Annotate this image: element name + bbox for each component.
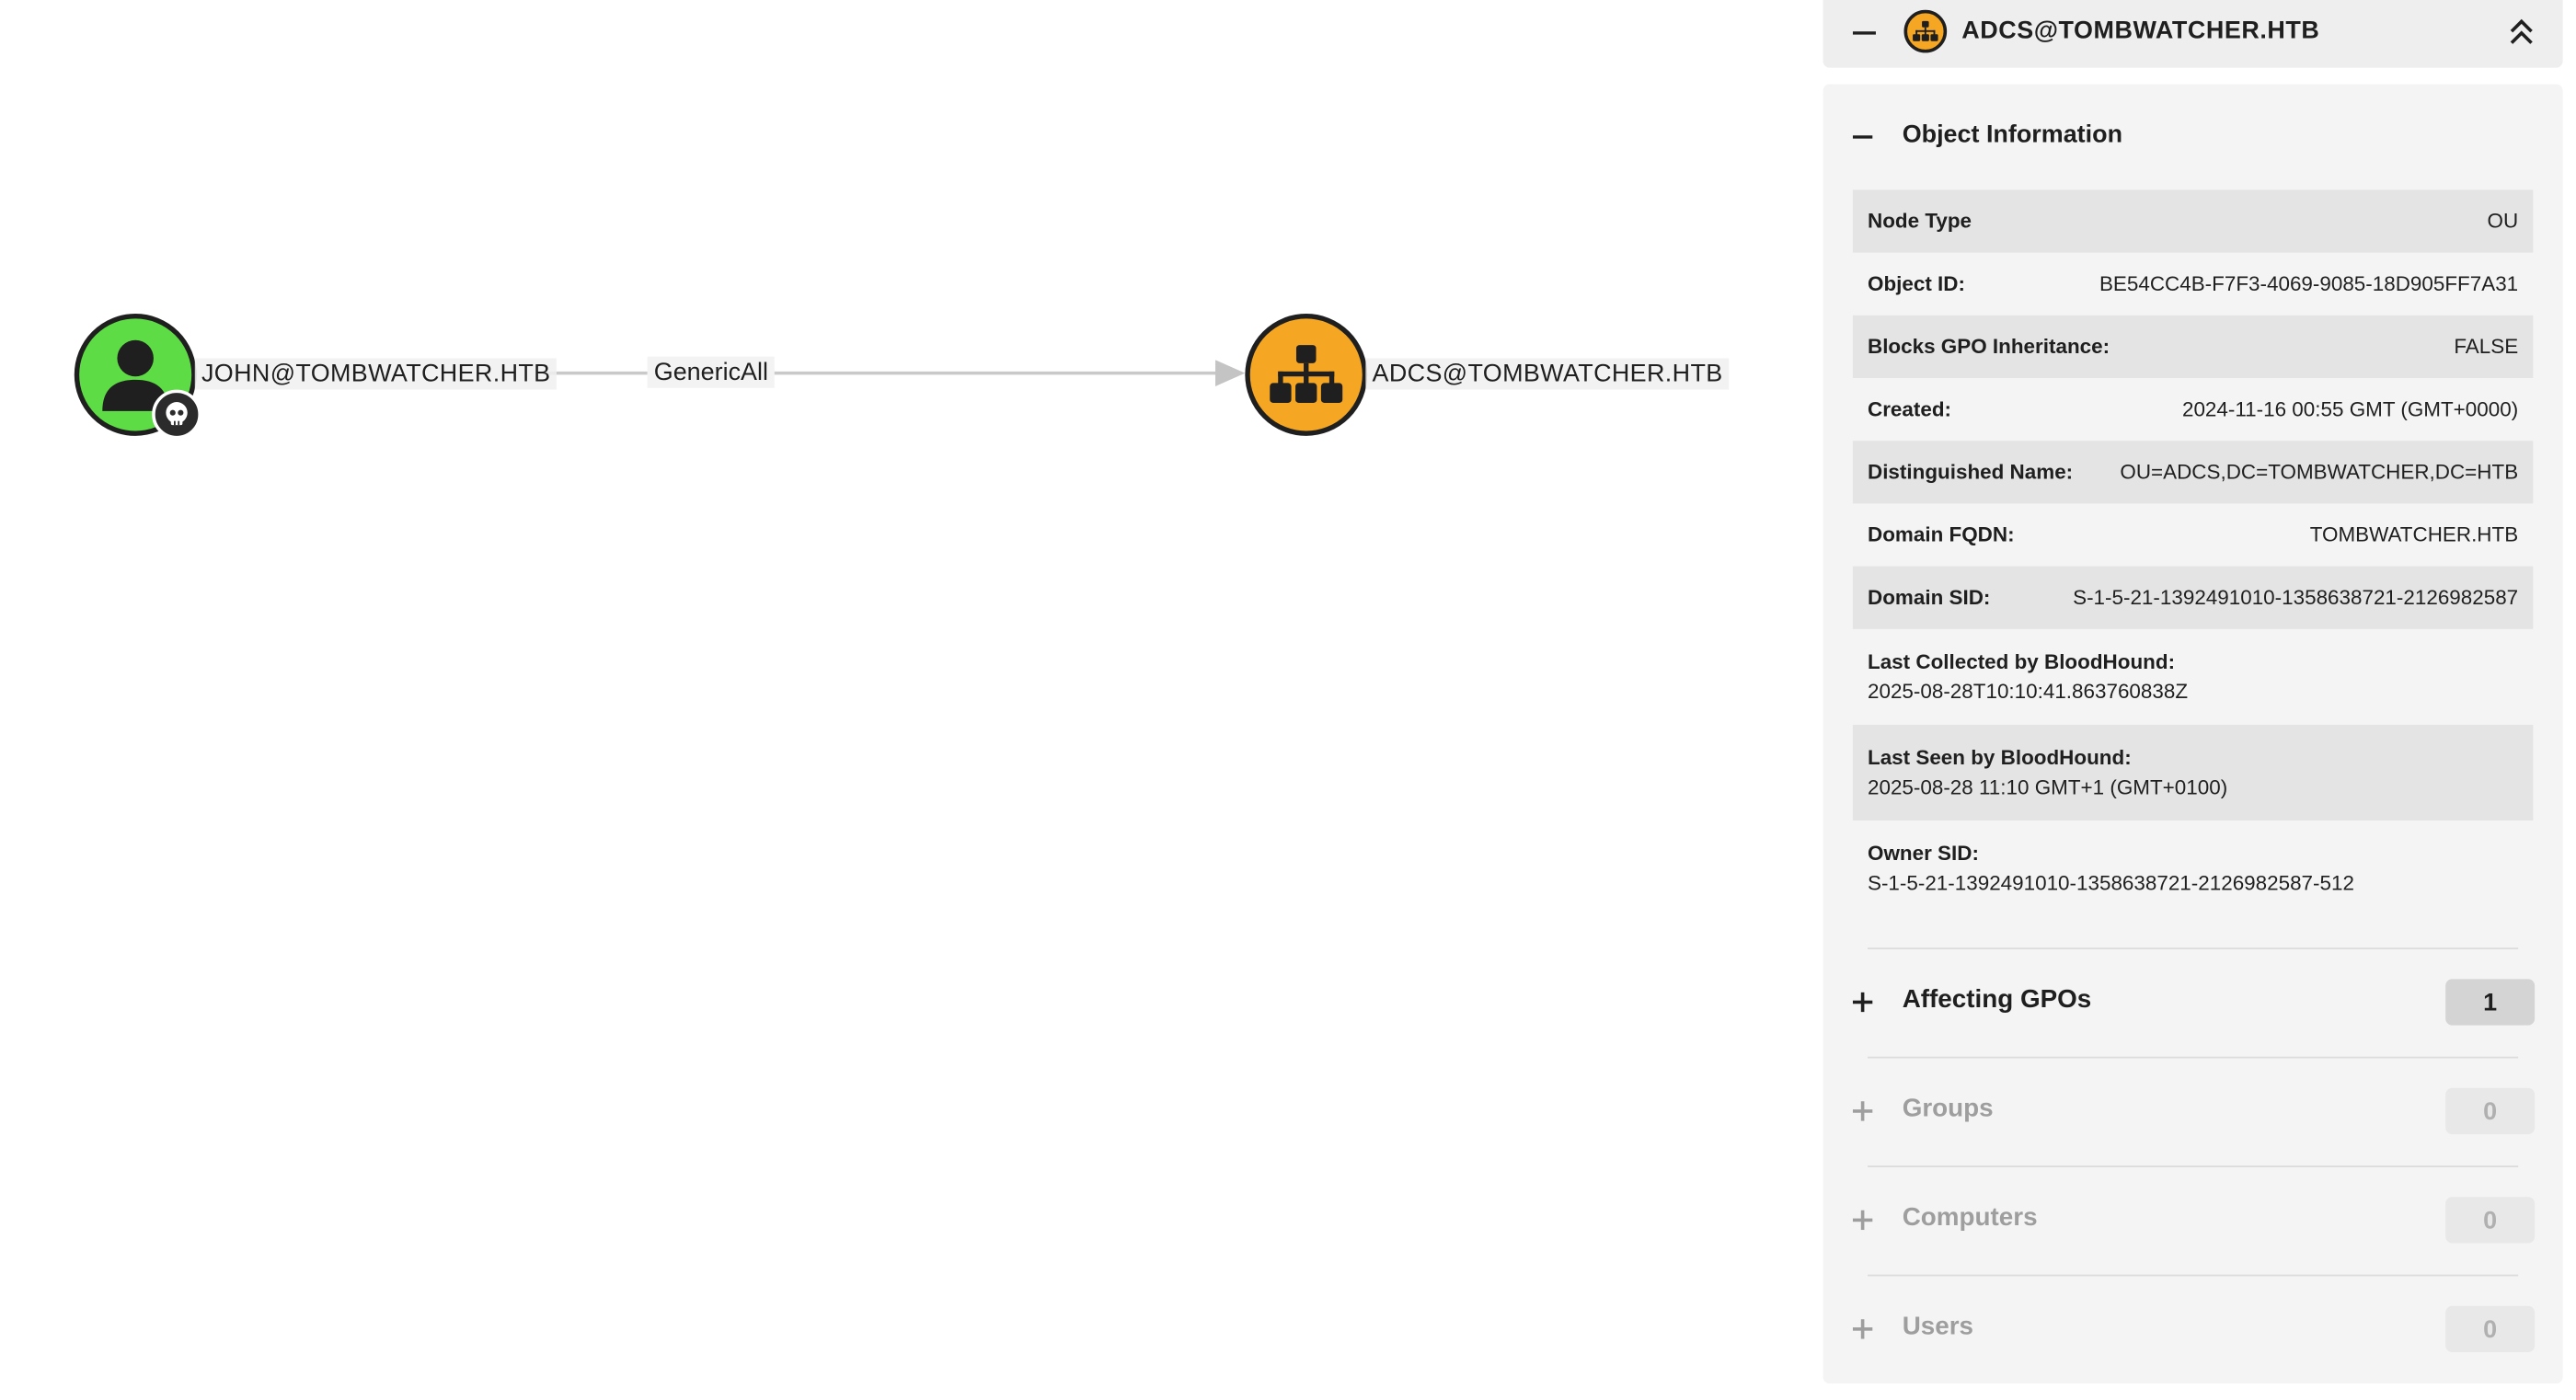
info-key: Object ID:	[1867, 272, 1965, 296]
info-key: Domain FQDN:	[1867, 522, 2015, 547]
info-value: S-1-5-21-1392491010-1358638721-212698258…	[1867, 871, 2354, 895]
node-label-user[interactable]: JOHN@TOMBWATCHER.HTB	[194, 358, 558, 390]
section-groups[interactable]: Groups 0	[1823, 1072, 2563, 1151]
info-key: Last Collected by BloodHound:	[1867, 650, 2176, 674]
object-information-title: Object Information	[1902, 120, 2123, 149]
plus-icon[interactable]	[1852, 1095, 1876, 1128]
info-value: 2025-08-28 11:10 GMT+1 (GMT+0100)	[1867, 775, 2228, 799]
section-computers[interactable]: Computers 0	[1823, 1180, 2563, 1259]
panel-title: ADCS@TOMBWATCHER.HTB	[1961, 16, 2320, 45]
info-row-object-id: Object ID: BE54CC4B-F7F3-4069-9085-18D90…	[1853, 253, 2533, 316]
section-affecting-gpos[interactable]: Affecting GPOs 1	[1823, 962, 2563, 1041]
count-badge: 0	[2445, 1197, 2536, 1244]
node-label-ou[interactable]: ADCS@TOMBWATCHER.HTB	[1365, 358, 1730, 390]
info-key: Node Type	[1867, 209, 1972, 234]
divider	[1867, 1165, 2519, 1167]
info-row-created: Created: 2024-11-16 00:55 GMT (GMT+0000)	[1853, 378, 2533, 441]
info-key: Blocks GPO Inheritance:	[1867, 335, 2110, 359]
info-value: BE54CC4B-F7F3-4069-9085-18D905FF7A31	[2099, 272, 2519, 296]
info-row-distinguished-name: Distinguished Name: OU=ADCS,DC=TOMBWATCH…	[1852, 441, 2534, 504]
divider	[1867, 1274, 2519, 1277]
info-row-owner-sid: Owner SID: S-1-5-21-1392491010-135863872…	[1853, 820, 2533, 916]
info-key: Distinguished Name:	[1867, 460, 2074, 484]
info-key: Owner SID:	[1867, 842, 1979, 866]
section-label: Affecting GPOs	[1902, 985, 2092, 1015]
count-badge: 0	[2445, 1305, 2536, 1352]
minus-icon[interactable]	[1852, 120, 1880, 154]
plus-icon[interactable]	[1852, 986, 1876, 1019]
info-value: OU	[2487, 209, 2519, 234]
info-row-last-seen: Last Seen by BloodHound: 2025-08-28 11:1…	[1852, 724, 2534, 821]
info-key: Domain SID:	[1867, 586, 1991, 610]
org-chart-icon	[1903, 9, 1948, 53]
node-ou-adcs[interactable]	[1245, 314, 1368, 436]
section-label: Groups	[1902, 1094, 1994, 1123]
object-information-header[interactable]: Object Information	[1823, 85, 2563, 190]
divider	[1867, 1056, 2519, 1059]
info-row-domain-fqdn: Domain FQDN: TOMBWATCHER.HTB	[1853, 503, 2533, 566]
info-value: TOMBWATCHER.HTB	[2309, 522, 2519, 547]
info-value: OU=ADCS,DC=TOMBWATCHER,DC=HTB	[2120, 460, 2519, 484]
info-key: Last Seen by BloodHound:	[1867, 746, 2132, 770]
info-value: S-1-5-21-1392491010-1358638721-212698258…	[2073, 586, 2519, 610]
info-key: Created:	[1867, 397, 1952, 421]
section-label: Users	[1902, 1312, 1974, 1341]
count-badge: 0	[2445, 1087, 2536, 1135]
graph-canvas[interactable]: GenericAll JOHN@TOMBWATCHER.HTB ADCS@TOM…	[0, 0, 1816, 1396]
info-value: 2024-11-16 00:55 GMT (GMT+0000)	[2181, 397, 2519, 421]
edge-genericall[interactable]	[0, 0, 1816, 1396]
org-chart-icon	[1270, 345, 1343, 403]
chevron-double-up-icon[interactable]	[2507, 17, 2536, 50]
info-value: 2025-08-28T10:10:41.863760838Z	[1867, 680, 2189, 704]
plus-icon[interactable]	[1852, 1203, 1876, 1236]
info-row-blocks-gpo: Blocks GPO Inheritance: FALSE	[1852, 315, 2534, 379]
panel-header[interactable]: ADCS@TOMBWATCHER.HTB	[1823, 0, 2563, 68]
panel-body: Object Information Node Type OU Object I…	[1823, 84, 2563, 1384]
info-row-node-type: Node Type OU	[1852, 189, 2534, 253]
section-users[interactable]: Users 0	[1823, 1290, 2563, 1369]
section-label: Computers	[1902, 1203, 2038, 1232]
minus-icon[interactable]	[1852, 17, 1880, 50]
info-row-domain-sid: Domain SID: S-1-5-21-1392491010-13586387…	[1852, 566, 2534, 629]
info-value: FALSE	[2454, 335, 2519, 359]
skull-icon	[152, 389, 201, 440]
object-information-table: Node Type OU Object ID: BE54CC4B-F7F3-40…	[1852, 189, 2534, 916]
divider	[1867, 947, 2519, 950]
entity-info-panel: ADCS@TOMBWATCHER.HTB Object Information …	[1823, 0, 2563, 1384]
info-row-last-collected: Last Collected by BloodHound: 2025-08-28…	[1853, 629, 2533, 725]
count-badge: 1	[2445, 979, 2536, 1026]
plus-icon[interactable]	[1852, 1313, 1876, 1346]
edge-label[interactable]: GenericAll	[647, 356, 776, 388]
